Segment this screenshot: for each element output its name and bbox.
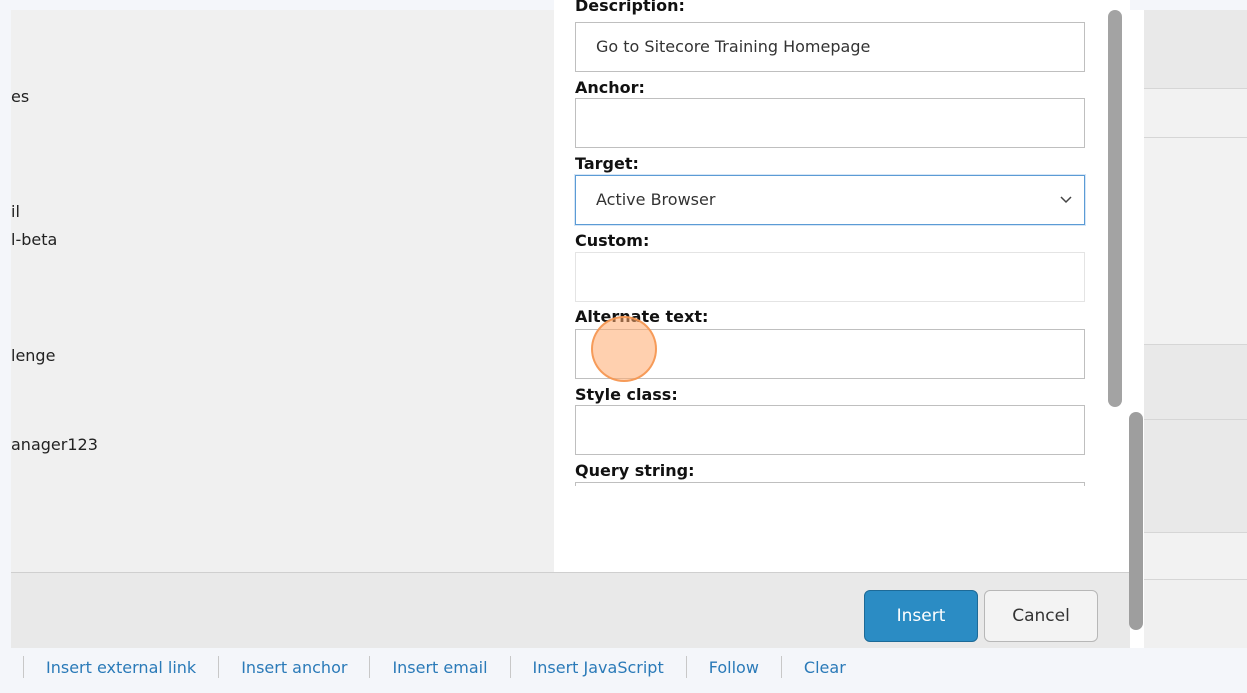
background-row [1130, 344, 1247, 419]
insert-external-link[interactable]: Insert external link [46, 658, 196, 677]
separator [509, 656, 511, 678]
link-type-list: Insert external link Insert anchor Inser… [11, 656, 846, 678]
target-label: Target: [575, 154, 639, 173]
separator [218, 656, 220, 678]
query-string-label: Query string: [575, 461, 695, 480]
style-class-input[interactable] [575, 405, 1085, 455]
custom-label: Custom: [575, 231, 650, 250]
insert-anchor-link[interactable]: Insert anchor [241, 658, 347, 677]
link-dialog: Description: Go to Sitecore Training Hom… [554, 0, 1130, 572]
anchor-input[interactable] [575, 98, 1085, 148]
target-select[interactable]: Active Browser [575, 175, 1085, 225]
background-row [1130, 420, 1247, 532]
background-list-item: anager123 [11, 435, 98, 454]
chevron-down-icon [1060, 196, 1072, 204]
custom-input[interactable] [575, 252, 1085, 302]
background-row [1130, 10, 1247, 88]
separator [369, 656, 371, 678]
follow-link[interactable]: Follow [709, 658, 759, 677]
background-right-panel [1130, 10, 1247, 580]
background-list-item: es [11, 87, 30, 106]
query-string-input[interactable] [575, 482, 1085, 486]
insert-email-link[interactable]: Insert email [392, 658, 487, 677]
dialog-scrollbar-thumb[interactable] [1108, 10, 1122, 407]
description-label: Description: [575, 0, 685, 15]
background-divider [1130, 344, 1247, 345]
background-list-item: lenge [11, 346, 56, 365]
background-divider [1130, 137, 1247, 138]
target-selected-value: Active Browser [596, 190, 716, 209]
style-class-label: Style class: [575, 385, 678, 404]
background-divider [1130, 88, 1247, 89]
background-list-item: l-beta [11, 230, 58, 249]
clear-link[interactable]: Clear [804, 658, 846, 677]
link-type-bar: Insert external link Insert anchor Inser… [11, 648, 1247, 693]
background-list-item: il [11, 202, 20, 221]
insert-javascript-link[interactable]: Insert JavaScript [533, 658, 664, 677]
separator [685, 656, 687, 678]
separator [780, 656, 782, 678]
dialog-scroll-area: Description: Go to Sitecore Training Hom… [554, 0, 1114, 486]
window-scrollbar-thumb[interactable] [1129, 412, 1143, 630]
background-divider [1130, 532, 1247, 533]
description-input[interactable]: Go to Sitecore Training Homepage [575, 22, 1085, 72]
anchor-label: Anchor: [575, 78, 645, 97]
click-highlight [591, 316, 657, 382]
cancel-button[interactable]: Cancel [984, 590, 1098, 642]
background-left-panel: es il l-beta lenge anager123 [11, 10, 554, 572]
insert-button[interactable]: Insert [864, 590, 978, 642]
background-divider [1130, 579, 1247, 580]
separator [23, 656, 24, 678]
